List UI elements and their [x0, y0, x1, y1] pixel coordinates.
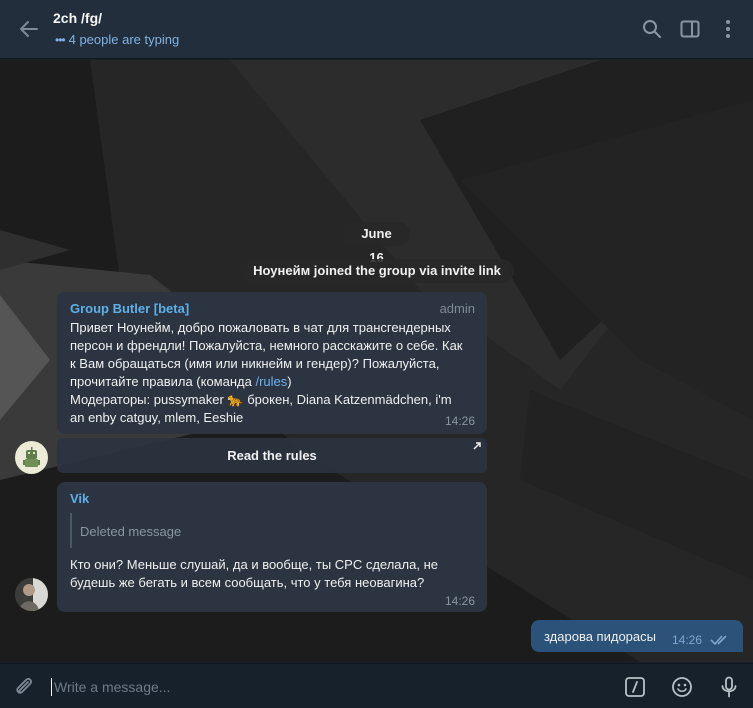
message-text: Привет Ноунейм, добро пожаловать в чат д… [70, 319, 480, 427]
typing-status-text: 4 people are typing [68, 32, 180, 47]
back-arrow-icon[interactable] [16, 16, 42, 42]
admin-badge: admin [439, 301, 475, 316]
typing-status: ••• 4 people are typing [55, 32, 179, 47]
message-line: будешь же бегать и всем сообщать, что у … [70, 575, 425, 590]
message-line: Кто они? Меньше слушай, да и вообще, ты … [70, 557, 438, 572]
read-rules-label: Read the rules [227, 448, 317, 463]
message-line-text: ) [287, 374, 292, 389]
message-time: 14:26 [444, 414, 475, 428]
external-link-arrow-icon [473, 442, 481, 450]
message-bubble[interactable]: Vik Кто они? Меньше слушай, да и вообще,… [57, 482, 487, 612]
search-icon[interactable] [641, 18, 663, 40]
message-line-text: прочитайте правила (команда [70, 374, 256, 389]
message-time: 14:26 [671, 633, 702, 647]
user-avatar[interactable] [15, 578, 48, 611]
read-rules-button[interactable]: Read the rules [57, 438, 487, 473]
outgoing-message-bubble[interactable]: здарова пидорасы 14:26 [531, 620, 743, 652]
message-bubble[interactable]: Group Butler [beta] admin Привет Ноунейм… [57, 292, 487, 434]
reply-quote-text[interactable]: Deleted message [80, 524, 181, 539]
typing-dots: ••• [55, 32, 66, 47]
message-input-placeholder: Write a message... [54, 679, 171, 695]
message-line: прочитайте правила (команда /rules) [70, 373, 480, 391]
commands-icon[interactable] [623, 675, 647, 699]
message-input[interactable]: Write a message... [51, 678, 170, 696]
microphone-icon[interactable] [717, 675, 741, 699]
message-line: an enby catguy, mlem, Eeshie [70, 410, 244, 425]
chat-title[interactable]: 2ch /fg/ [53, 10, 102, 26]
message-line: к Вам обращаться (имя или никнейм и генд… [70, 356, 440, 371]
attach-icon[interactable] [12, 675, 36, 699]
bot-avatar[interactable] [15, 441, 48, 474]
message-line: персон и френдли! Пожалуйста, немного ра… [70, 338, 463, 353]
message-text: Кто они? Меньше слушай, да и вообще, ты … [70, 556, 480, 592]
more-vertical-icon[interactable] [717, 18, 739, 40]
message-composer: Write a message... [0, 663, 753, 708]
text-caret [51, 678, 52, 696]
emoji-icon[interactable] [670, 675, 694, 699]
message-text: здарова пидорасы [544, 629, 656, 644]
message-line: Привет Ноунейм, добро пожаловать в чат д… [70, 320, 451, 335]
double-check-icon [710, 635, 727, 646]
message-list[interactable]: June 16 Ноунейм joined the group via inv… [0, 60, 753, 662]
service-message: Ноунейм joined the group via invite link [240, 259, 514, 283]
date-separator: June 16 [343, 222, 410, 265]
chat-header: 2ch /fg/ ••• 4 people are typing [0, 0, 753, 59]
sidebar-toggle-icon[interactable] [679, 18, 701, 40]
sender-name[interactable]: Group Butler [beta] [70, 301, 189, 316]
sender-name[interactable]: Vik [70, 491, 89, 506]
reply-quote-bar[interactable] [70, 513, 72, 548]
rules-command-link[interactable]: /rules [255, 374, 287, 389]
message-line: Модераторы: pussymaker 🐆 брокен, Diana K… [70, 392, 452, 407]
robot-icon [23, 447, 40, 467]
user-photo [15, 578, 48, 611]
message-time: 14:26 [444, 594, 475, 608]
